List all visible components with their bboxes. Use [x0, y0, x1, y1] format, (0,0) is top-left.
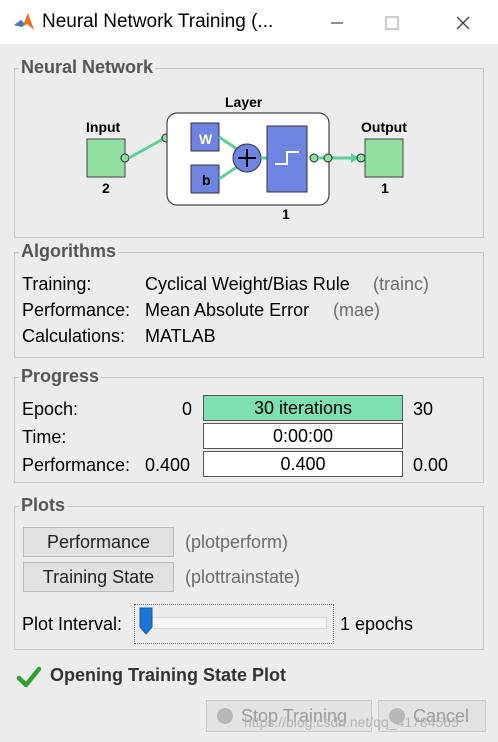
algo-performance-fn: (mae) — [333, 300, 381, 320]
minimize-icon[interactable] — [314, 0, 360, 44]
input-node — [86, 138, 126, 178]
neural-network-panel: Neural Network Input 2 Layer W b 1 Outpu… — [14, 57, 484, 238]
epoch-progress-bar: 30 iterations — [203, 395, 403, 421]
performance-value: 0.400 — [203, 451, 403, 477]
algo-training-value: Cyclical Weight/Bias Rule — [145, 274, 350, 294]
window-title: Neural Network Training (... — [42, 11, 274, 32]
close-icon[interactable] — [440, 0, 486, 44]
epoch-end: 30 — [413, 399, 434, 419]
epoch-label: Epoch: — [22, 399, 79, 419]
checkmark-icon — [16, 666, 42, 688]
performance-plot-fn: (plotperform) — [185, 532, 289, 552]
stop-icon — [217, 708, 233, 724]
panel-title-progress: Progress — [19, 366, 102, 387]
time-label: Time: — [22, 427, 67, 447]
maximize-icon[interactable] — [369, 0, 415, 44]
slider-track — [141, 617, 327, 629]
training-state-plot-button[interactable]: Training State — [23, 562, 174, 592]
performance-start: 0.400 — [145, 455, 191, 475]
algo-calculations-label: Calculations: — [22, 326, 126, 346]
training-state-plot-fn: (plottrainstate) — [185, 567, 301, 587]
input-label: Input — [86, 119, 121, 135]
plot-interval-slider[interactable] — [134, 604, 334, 644]
algo-performance-value: Mean Absolute Error — [145, 300, 310, 320]
time-value: 0:00:00 — [203, 423, 403, 449]
weight-label: W — [199, 131, 213, 147]
algo-training-fn: (trainc) — [373, 274, 430, 294]
layer-size: 1 — [282, 206, 290, 222]
matlab-icon — [14, 13, 34, 30]
input-size: 2 — [102, 180, 110, 196]
layer-label: Layer — [225, 94, 263, 110]
performance-label: Performance: — [22, 455, 131, 475]
algo-calculations-value: MATLAB — [145, 326, 216, 346]
epoch-start: 0 — [182, 399, 193, 419]
plot-interval-value: 1 epochs — [340, 614, 414, 634]
algo-performance-label: Performance: — [22, 300, 131, 320]
output-node — [364, 138, 404, 178]
output-size: 1 — [381, 180, 389, 196]
epoch-progress-text: 30 iterations — [253, 398, 353, 418]
status-text: Opening Training State Plot — [50, 665, 287, 685]
bias-label: b — [202, 172, 211, 188]
output-label: Output — [361, 119, 407, 135]
plot-interval-label: Plot Interval: — [22, 614, 123, 634]
performance-plot-button[interactable]: Performance — [23, 527, 174, 557]
watermark-text: https://blog.csdn.net/qq_41784565 — [244, 714, 459, 730]
panel-title-algorithms: Algorithms — [19, 241, 119, 262]
algo-training-label: Training: — [22, 274, 92, 294]
panel-title-plots: Plots — [19, 495, 68, 516]
title-bar: Neural Network Training (... — [0, 0, 498, 44]
performance-end: 0.00 — [413, 455, 449, 475]
slider-thumb[interactable] — [139, 607, 153, 635]
